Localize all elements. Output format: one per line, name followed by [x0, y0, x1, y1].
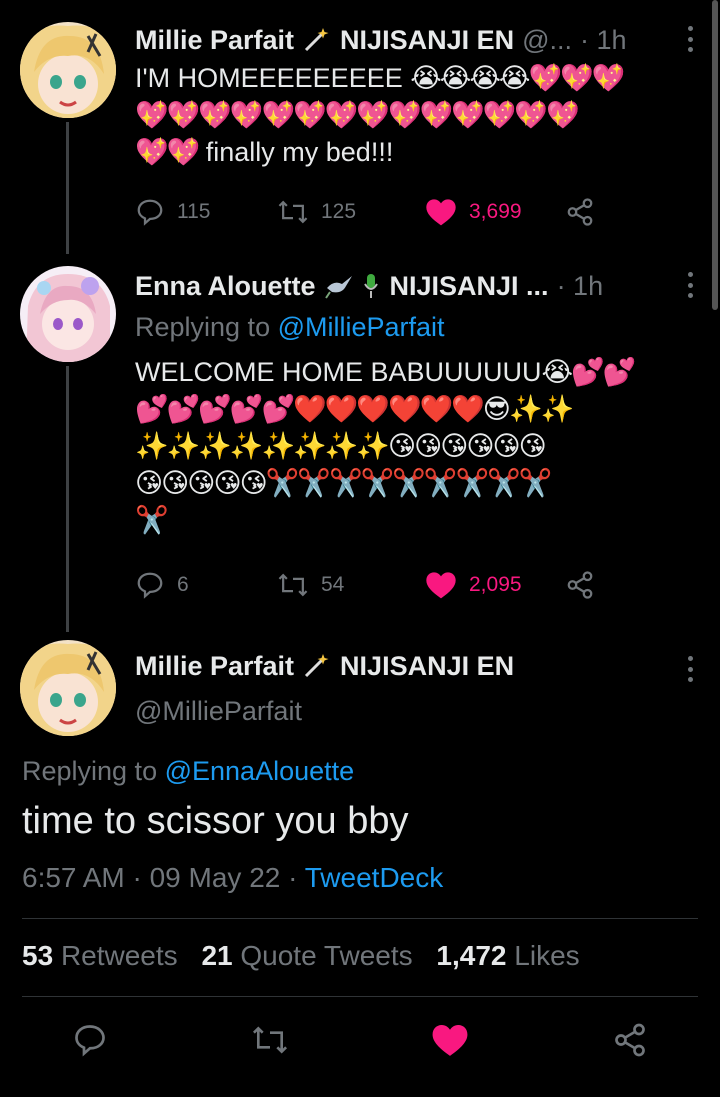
emoji-run: 😭💕💕: [541, 357, 637, 387]
tweet-time[interactable]: · 1h: [580, 25, 627, 56]
more-icon[interactable]: [686, 272, 694, 298]
microphone-icon: [362, 272, 380, 300]
divider: [22, 996, 698, 997]
retweet-icon: [278, 573, 308, 597]
more-icon[interactable]: [686, 656, 694, 682]
retweet-button[interactable]: 125: [277, 197, 425, 227]
heart-icon: [426, 572, 456, 599]
share-icon: [615, 1023, 645, 1057]
author-handle[interactable]: @...: [522, 25, 572, 56]
main-tweet-header: Millie Parfait NIJISANJI EN: [135, 646, 690, 686]
likes-count: 1,472: [436, 940, 507, 971]
author-name[interactable]: Enna Alouette: [135, 271, 316, 302]
retweet-icon: [252, 1026, 288, 1054]
emoji-run: 😘😘😘😘😘✂️✂️✂️✂️✂️✂️✂️✂️✂️: [135, 468, 552, 498]
main-tweet-text: time to scissor you bby: [22, 800, 409, 842]
retweet-count: 54: [321, 573, 345, 596]
reply-icon: [75, 1025, 105, 1057]
emoji-run: ✂️: [135, 505, 169, 535]
retweet-icon: [278, 200, 308, 224]
replying-label: Replying to: [135, 312, 271, 342]
affiliation: NIJISANJI ...: [389, 270, 549, 301]
reply-button[interactable]: [68, 1018, 112, 1062]
affiliation: NIJISANJI EN: [340, 24, 515, 55]
more-icon[interactable]: [686, 26, 694, 52]
like-button[interactable]: [428, 1018, 472, 1062]
tweet2-text: WELCOME HOME BABUUUUUU😭💕💕 💕💕💕💕💕❤️❤️❤️❤️❤…: [135, 354, 695, 539]
like-button[interactable]: 2,095: [425, 570, 565, 600]
reply-count: 115: [177, 200, 211, 223]
retweet-count: 125: [321, 200, 357, 223]
tweet-text: WELCOME HOME BABUUUUUU: [135, 357, 542, 387]
quotes-label: Quote Tweets: [240, 940, 413, 971]
replying-handle[interactable]: @EnnaAlouette: [165, 756, 355, 786]
like-count: 2,095: [469, 573, 522, 596]
tweet1-text: I'M HOMEEEEEEEEE 😭😭😭😭💖💖💖 💖💖💖💖💖💖💖💖💖💖💖💖💖💖 …: [135, 60, 695, 171]
reply-button[interactable]: 115: [135, 197, 277, 227]
like-button[interactable]: 3,699: [425, 197, 565, 227]
replying-label: Replying to: [22, 756, 158, 786]
heart-icon: [432, 1024, 468, 1056]
magic-wand-icon: [302, 652, 330, 680]
tweet1-header: Millie Parfait NIJISANJI EN @... · 1h: [135, 20, 690, 60]
tweet-text: I'M HOMEEEEEEEEE: [135, 63, 403, 93]
reply-icon: [137, 199, 163, 226]
likes-label: Likes: [514, 940, 580, 971]
main-handle-row: @MillieParfait: [135, 693, 695, 730]
share-button[interactable]: [565, 570, 595, 600]
emoji-run: 💖💖💖💖💖💖💖💖💖💖💖💖💖💖: [135, 100, 580, 130]
author-handle[interactable]: @MillieParfait: [135, 696, 302, 726]
bird-icon: [324, 272, 354, 300]
emoji-run: 💖💖: [135, 137, 200, 167]
avatar-millie[interactable]: [20, 22, 116, 118]
share-button[interactable]: [565, 197, 595, 227]
reply-count: 6: [177, 573, 189, 596]
heart-icon: [426, 199, 456, 226]
likes-stat[interactable]: 1,472 Likes: [436, 940, 579, 971]
retweets-stat[interactable]: 53 Retweets: [22, 940, 178, 971]
retweet-button[interactable]: 54: [277, 570, 425, 600]
replying-handle[interactable]: @MillieParfait: [278, 312, 445, 342]
replying-to: Replying to @MillieParfait: [135, 309, 695, 346]
timestamp[interactable]: 6:57 AM · 09 May 22 ·: [22, 862, 305, 893]
quotes-count: 21: [201, 940, 233, 971]
emoji-run: ✨✨✨✨✨✨✨✨😘😘😘😘😘😘: [135, 431, 547, 461]
divider: [22, 918, 698, 919]
avatar-millie[interactable]: [20, 640, 116, 736]
share-button[interactable]: [608, 1018, 652, 1062]
reply-icon: [137, 572, 163, 599]
main-tweet-actions: [0, 1018, 720, 1062]
share-icon: [567, 198, 593, 226]
magic-wand-icon: [302, 26, 330, 54]
quotes-stat[interactable]: 21 Quote Tweets: [201, 940, 412, 971]
engagement-stats: 53 Retweets 21 Quote Tweets 1,472 Likes: [22, 940, 580, 972]
replying-to: Replying to @EnnaAlouette: [22, 756, 354, 787]
author-name[interactable]: Millie Parfait: [135, 25, 294, 56]
avatar-enna[interactable]: [20, 266, 116, 362]
thread-line: [66, 122, 69, 254]
emoji-run: 💕💕💕💕💕❤️❤️❤️❤️❤️❤️😎✨✨: [135, 394, 574, 424]
share-icon: [567, 571, 593, 599]
retweet-button[interactable]: [248, 1018, 292, 1062]
tweet-text: finally my bed!!!: [198, 137, 394, 167]
tweet1-actions: 115 125 3,699: [135, 194, 615, 230]
tweet2-header: Enna Alouette NIJISANJI ... · 1h: [135, 266, 690, 306]
retweets-label: Retweets: [60, 940, 178, 971]
tweet2-actions: 6 54 2,095: [135, 567, 615, 603]
retweets-count: 53: [22, 940, 54, 971]
thread-line: [66, 366, 69, 632]
scrollbar[interactable]: [712, 0, 718, 310]
reply-button[interactable]: 6: [135, 570, 277, 600]
source-link[interactable]: TweetDeck: [305, 862, 444, 893]
affiliation: NIJISANJI EN: [340, 650, 515, 681]
emoji-run: 😭😭😭😭💖💖💖: [410, 63, 625, 93]
like-count: 3,699: [469, 200, 522, 223]
author-name[interactable]: Millie Parfait: [135, 651, 294, 682]
timestamp-row: 6:57 AM · 09 May 22 · TweetDeck: [22, 862, 443, 894]
tweet-time[interactable]: · 1h: [557, 271, 604, 302]
